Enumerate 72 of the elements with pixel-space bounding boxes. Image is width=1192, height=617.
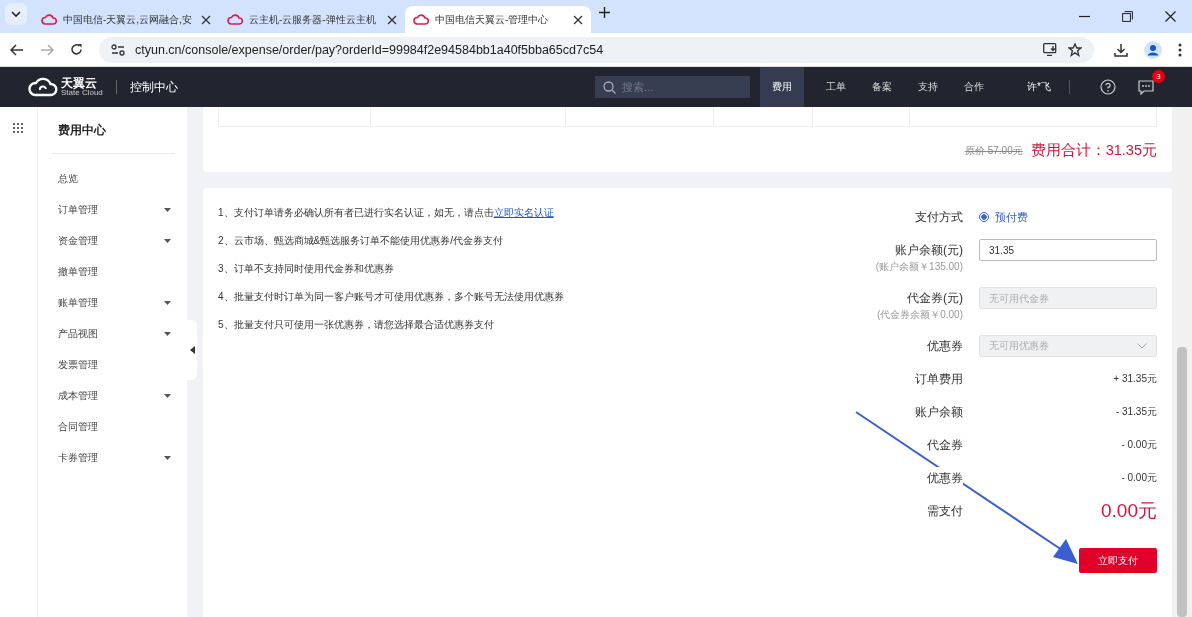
sidebar-item[interactable]: 产品视图 bbox=[52, 318, 175, 349]
search-icon bbox=[603, 81, 617, 94]
sidebar-item[interactable]: 订单管理 bbox=[52, 194, 175, 225]
close-icon[interactable] bbox=[387, 14, 397, 25]
sidebar-title: 费用中心 bbox=[57, 123, 107, 138]
sidebar-item[interactable]: 总览 bbox=[52, 163, 175, 194]
install-app-icon[interactable] bbox=[1043, 43, 1058, 56]
sidebar-item[interactable]: 账单管理 bbox=[52, 287, 175, 318]
message-icon[interactable] bbox=[1138, 79, 1154, 95]
url-text: ctyun.cn/console/expense/order/pay?orderId=99984f2e94584bb1a40f5bba65cd7c54 bbox=[135, 42, 604, 57]
field-hint: (代金券余额￥0.00) bbox=[876, 309, 963, 321]
sidebar-item[interactable]: 卡券管理 bbox=[52, 442, 175, 473]
tab-list-icon[interactable] bbox=[5, 2, 27, 25]
site-settings-icon[interactable] bbox=[111, 43, 125, 56]
close-icon[interactable] bbox=[573, 14, 583, 25]
user-name[interactable]: 许*飞 bbox=[1027, 80, 1051, 94]
nav-tab[interactable]: 备案 bbox=[859, 67, 906, 107]
sidebar-item[interactable]: 合同管理 bbox=[52, 411, 175, 442]
scrollbar[interactable] bbox=[1172, 107, 1192, 617]
cloud-icon bbox=[41, 14, 57, 25]
nav-tab[interactable]: 支持 bbox=[905, 67, 952, 107]
note-text: 1、支付订单请务必确认所有者已进行实名认证，如无，请点击立即实名认证 bbox=[218, 206, 555, 220]
note-text: 2、云市场、甄选商城&甄选服务订单不能使用优惠券/代金券支付 bbox=[218, 234, 504, 248]
amount: - 31.35元 bbox=[1115, 405, 1157, 419]
apps-grid-icon[interactable] bbox=[13, 123, 23, 133]
pay-now-button[interactable]: 立即支付 bbox=[1079, 548, 1157, 573]
caret-left-icon bbox=[189, 346, 195, 354]
restore-icon[interactable] bbox=[1122, 11, 1133, 22]
note-text: 4、批量支付时订单为同一客户账号才可使用优惠券，多个账号无法使用优惠券 bbox=[218, 290, 565, 304]
field-hint: (账户余额￥135.00) bbox=[875, 261, 963, 273]
search-field[interactable]: 搜索... bbox=[595, 76, 751, 98]
logo-name: 天翼云 bbox=[61, 77, 98, 89]
browser-tab[interactable]: 中国电信-天翼云,云网融合,安 bbox=[33, 6, 219, 33]
sidebar-item[interactable]: 成本管理 bbox=[52, 380, 175, 411]
address-bar[interactable]: ctyun.cn/console/expense/order/pay?orderId=99984f2e94584bb1a40f5bba65cd7c54 bbox=[99, 36, 1094, 63]
note-text: 3、订单不支持同时使用代金券和优惠券 bbox=[218, 262, 395, 276]
reload-icon[interactable] bbox=[70, 43, 83, 56]
new-tab-icon[interactable] bbox=[599, 7, 610, 18]
help-icon[interactable] bbox=[1100, 79, 1116, 95]
input-field[interactable]: 31.35 bbox=[979, 239, 1157, 261]
verify-link[interactable]: 立即实名认证 bbox=[493, 207, 554, 218]
amount: + 31.35元 bbox=[1113, 372, 1157, 386]
cloud-logo-icon bbox=[28, 77, 58, 97]
sidebar-item[interactable]: 发票管理 bbox=[52, 349, 175, 380]
notification-badge: 3 bbox=[1152, 69, 1165, 83]
collapse-handle[interactable] bbox=[187, 320, 197, 380]
chevron-down-icon bbox=[1137, 343, 1147, 349]
download-icon[interactable] bbox=[1114, 42, 1128, 57]
nav-tab[interactable]: 工单 bbox=[813, 67, 860, 107]
logo-subtitle: State Cloud bbox=[61, 89, 103, 97]
console-title: 控制中心 bbox=[129, 78, 178, 96]
original-price: 原价 57.00元 bbox=[964, 143, 1023, 158]
close-icon[interactable] bbox=[201, 14, 211, 25]
cloud-icon bbox=[413, 14, 429, 25]
radio-option[interactable]: 预付费 bbox=[979, 206, 1028, 228]
amount-due: 0.00元 bbox=[1101, 499, 1157, 523]
browser-tab[interactable]: 中国电信天翼云-管理中心 bbox=[405, 6, 591, 33]
amount: - 0.00元 bbox=[1121, 471, 1157, 485]
nav-tab[interactable]: 费用 bbox=[760, 67, 805, 107]
cloud-icon bbox=[227, 14, 243, 25]
more-menu-icon[interactable] bbox=[1178, 42, 1182, 57]
total-cost: 费用合计：31.35元 bbox=[1030, 141, 1157, 160]
browser-tab[interactable]: 云主机-云服务器-弹性云主机 bbox=[219, 6, 405, 33]
nav-tab[interactable]: 合作 bbox=[951, 67, 998, 107]
close-window-icon[interactable] bbox=[1165, 11, 1176, 22]
note-text: 5、批量支付只可使用一张优惠券，请您选择最合适优惠券支付 bbox=[218, 318, 495, 332]
star-icon[interactable] bbox=[1068, 42, 1082, 57]
amount: - 0.00元 bbox=[1121, 438, 1157, 452]
sidebar-item[interactable]: 资金管理 bbox=[52, 225, 175, 256]
sidebar-item[interactable]: 撤单管理 bbox=[52, 256, 175, 287]
back-icon[interactable] bbox=[10, 43, 24, 56]
profile-avatar-icon[interactable] bbox=[1144, 40, 1162, 59]
